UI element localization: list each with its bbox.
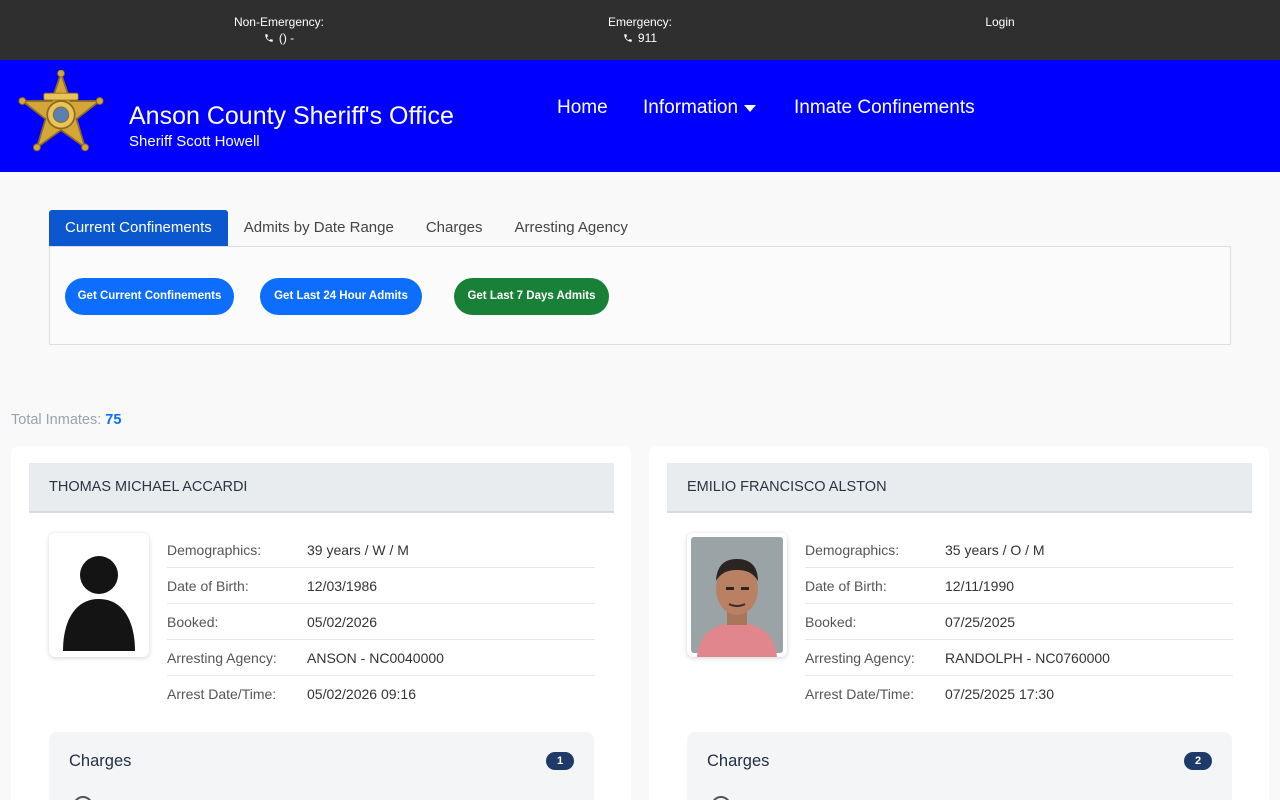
detail-value: RANDOLPH - NC0760000 <box>945 649 1110 666</box>
emergency-number[interactable]: 911 <box>638 30 657 46</box>
site-header: Anson County Sheriff's Office Sheriff Sc… <box>0 60 1280 172</box>
emergency-label: Emergency: <box>607 15 673 29</box>
nav-home[interactable]: Home <box>557 96 608 120</box>
site-subtitle: Sheriff Scott Howell <box>129 133 260 150</box>
charges-title: Charges <box>69 752 132 770</box>
inmate-mugshot[interactable] <box>687 533 787 657</box>
non-emergency-label: Non-Emergency: <box>233 15 325 29</box>
detail-value: 05/02/2026 09:16 <box>307 686 416 702</box>
emergency-contact: Emergency: 911 <box>590 14 690 47</box>
total-inmates-count: 75 <box>105 412 122 428</box>
detail-value: 12/11/1990 <box>945 577 1015 594</box>
charges-count-badge: 2 <box>1184 752 1212 770</box>
detail-row: Booked: 05/02/2026 <box>167 604 595 640</box>
total-inmates-label: Total Inmates: <box>11 412 102 428</box>
detail-label: Booked: <box>167 613 219 630</box>
sheriff-star-badge-logo[interactable] <box>16 70 106 156</box>
detail-label: Arrest Date/Time: <box>805 686 915 702</box>
inmate-details: Demographics: 39 years / W / M Date of Bi… <box>167 532 595 712</box>
detail-label: Date of Birth: <box>167 577 249 594</box>
detail-value: 05/02/2026 <box>307 613 378 630</box>
detail-value: 07/25/2025 17:30 <box>945 686 1054 702</box>
total-inmates: Total Inmates: 75 <box>11 412 121 428</box>
inmate-photo-placeholder[interactable] <box>49 533 149 657</box>
detail-label: Booked: <box>805 613 857 630</box>
detail-row: Date of Birth: 12/11/1990 <box>805 568 1233 604</box>
inmate-name[interactable]: EMILIO FRANCISCO ALSTON <box>687 479 887 495</box>
detail-row: Date of Birth: 12/03/1986 <box>167 568 595 604</box>
nav-information[interactable]: Information <box>643 96 757 120</box>
charge-status-icon <box>73 796 93 800</box>
charges-section[interactable]: Charges 1 <box>49 732 594 800</box>
detail-value: 35 years / O / M <box>945 541 1045 558</box>
caret-down-icon <box>744 105 757 112</box>
inmate-card: THOMAS MICHAEL ACCARDI Demographics: 39 y… <box>11 446 631 800</box>
detail-row: Demographics: 35 years / O / M <box>805 532 1233 568</box>
get-last-7-days-admits-button[interactable]: Get Last 7 Days Admits <box>454 278 609 315</box>
inmate-details: Demographics: 35 years / O / M Date of Bi… <box>805 532 1233 712</box>
tab-arresting-agency[interactable]: Arresting Agency <box>499 210 644 246</box>
non-emergency-number[interactable]: () - <box>279 30 294 46</box>
nav-inmate-confinements[interactable]: Inmate Confinements <box>794 96 975 120</box>
detail-value: 07/25/2025 <box>945 613 1016 630</box>
confinement-tabs: Current Confinements Admits by Date Rang… <box>49 210 644 246</box>
detail-row: Demographics: 39 years / W / M <box>167 532 595 568</box>
detail-label: Demographics: <box>167 541 262 558</box>
detail-label: Demographics: <box>805 541 900 558</box>
detail-row: Arresting Agency: RANDOLPH - NC0760000 <box>805 640 1233 676</box>
tab-panel: Get Current Confinements Get Last 24 Hou… <box>49 246 1231 345</box>
inmate-name[interactable]: THOMAS MICHAEL ACCARDI <box>49 479 247 495</box>
get-last-24-hour-admits-button[interactable]: Get Last 24 Hour Admits <box>260 278 422 315</box>
get-current-confinements-button[interactable]: Get Current Confinements <box>65 278 234 315</box>
detail-row: Arresting Agency: ANSON - NC0040000 <box>167 640 595 676</box>
non-emergency-contact: Non-Emergency: () - <box>224 14 334 47</box>
detail-row: Booked: 07/25/2025 <box>805 604 1233 640</box>
mugshot-image <box>691 537 783 657</box>
charge-status-icon <box>711 796 731 800</box>
detail-value: 39 years / W / M <box>307 541 409 558</box>
detail-value: 12/03/1986 <box>307 577 378 594</box>
tab-charges[interactable]: Charges <box>410 210 499 246</box>
inmate-card-header: THOMAS MICHAEL ACCARDI <box>29 463 614 513</box>
inmate-card: EMILIO FRANCISCO ALSTON Demographics: 35 … <box>649 446 1269 800</box>
phone-icon <box>624 34 632 42</box>
login-link[interactable]: Login <box>975 14 1025 30</box>
site-title[interactable]: Anson County Sheriff's Office <box>129 101 454 131</box>
detail-row: Arrest Date/Time: 05/02/2026 09:16 <box>167 676 595 712</box>
detail-label: Arresting Agency: <box>805 649 915 666</box>
detail-value: ANSON - NC0040000 <box>307 649 444 666</box>
tab-current-confinements[interactable]: Current Confinements <box>49 210 228 246</box>
detail-label: Arrest Date/Time: <box>167 686 277 702</box>
detail-label: Arresting Agency: <box>167 649 277 666</box>
nav-information-label: Information <box>643 97 739 118</box>
detail-row: Arrest Date/Time: 07/25/2025 17:30 <box>805 676 1233 712</box>
top-bar: Non-Emergency: () - Emergency: 911 Login <box>0 0 1280 60</box>
inmate-card-header: EMILIO FRANCISCO ALSTON <box>667 463 1252 513</box>
detail-label: Date of Birth: <box>805 577 887 594</box>
charges-count-badge: 1 <box>546 752 574 770</box>
person-silhouette-icon <box>63 556 135 651</box>
tab-admits-by-date-range[interactable]: Admits by Date Range <box>228 210 410 246</box>
charges-section[interactable]: Charges 2 <box>687 732 1232 800</box>
charges-title: Charges <box>707 752 770 770</box>
phone-icon <box>265 34 273 42</box>
